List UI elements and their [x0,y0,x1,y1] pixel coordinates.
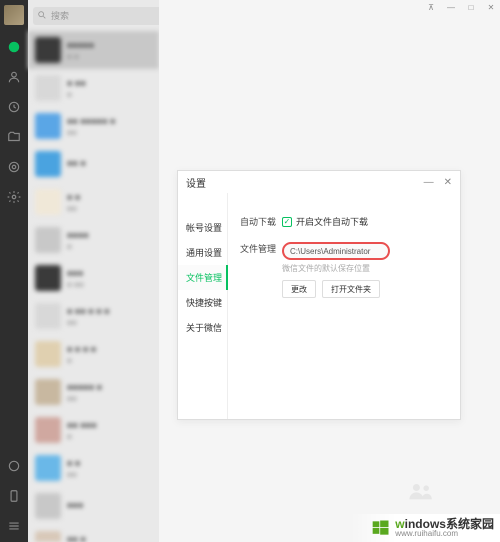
windows-logo-icon [371,518,391,538]
window-controls: ⊼ — □ ✕ [426,3,496,12]
chat-name: ●●●●● ● [67,382,152,392]
chat-name: ● ● [67,192,152,202]
nav-shortcuts[interactable]: 快捷按键 [178,290,227,315]
chat-name: ● ●● [67,78,152,88]
phone-icon[interactable] [6,488,22,504]
open-folder-button[interactable]: 打开文件夹 [322,280,380,298]
close-icon[interactable]: ✕ [486,3,496,12]
chat-preview: ● [67,356,152,365]
chat-item[interactable]: ●● ●●●●● ● ●● [28,107,159,145]
watermark-brand: windows系统家园 www.ruihaifu.com [351,514,500,542]
chat-avatar [35,37,61,63]
chat-avatar [35,151,61,177]
nav-strip [0,0,28,542]
auto-download-label: 自动下载 [240,215,282,228]
files-icon[interactable] [6,129,22,145]
chat-preview: ●● [67,394,152,403]
chat-avatar [35,189,61,215]
settings-dialog: 设置 — ✕ 帐号设置 通用设置 文件管理 快捷按键 关于微信 自动下载 ✓ 开… [177,170,461,420]
chat-preview: ● [67,90,152,99]
pin-icon[interactable]: ⊼ [426,3,436,12]
chat-name: ●● ● [67,534,152,542]
dialog-header: 设置 — ✕ [178,171,460,193]
chat-name: ●●●● [67,230,152,240]
dialog-close-icon[interactable]: ✕ [444,177,452,188]
chat-name: ●●● [67,500,152,510]
chat-preview: ●● [67,204,152,213]
chat-avatar [35,455,61,481]
search-row: ＋ [28,0,159,31]
dialog-nav: 帐号设置 通用设置 文件管理 快捷按键 关于微信 [178,193,228,419]
chat-item[interactable]: ● ● ● ● ● [28,335,159,373]
avatar[interactable] [4,5,24,25]
contacts-icon[interactable] [6,69,22,85]
minimize-icon[interactable]: — [446,3,456,12]
chat-preview: ● [67,432,152,441]
chat-preview: ●● [67,318,152,327]
chat-name: ● ● [67,458,152,468]
chat-avatar [35,75,61,101]
chat-item[interactable]: ●●●●● ● ● [28,31,159,69]
menu-icon[interactable] [6,518,22,534]
chat-column: ＋ ●●●●●● ●● ●●●●● ●●●●● ●●●●● ●● ●●●●●●●… [28,0,159,542]
auto-download-text: 开启文件自动下载 [296,215,368,228]
chat-item[interactable]: ● ● ●● [28,449,159,487]
chat-name: ●●● [67,268,152,278]
nav-files[interactable]: 文件管理 [178,265,228,290]
chat-list[interactable]: ●●●●●● ●● ●●●●● ●●●●● ●●●●● ●● ●●●●●●●●●… [28,31,159,542]
chat-preview: ● [67,242,152,251]
mini-program-icon[interactable] [6,458,22,474]
nav-general[interactable]: 通用设置 [178,240,227,265]
chat-avatar [35,303,61,329]
file-path-hint: 微信文件的默认保存位置 [282,263,448,274]
chat-avatar [35,265,61,291]
chat-name: ● ●● ● ● ● [67,306,152,316]
dialog-content: 自动下载 ✓ 开启文件自动下载 文件管理 C:\Users\Administra… [228,193,460,419]
chat-item[interactable]: ● ● ●● [28,183,159,221]
chat-name: ●● ● [67,158,152,168]
dialog-minimize-icon[interactable]: — [424,177,434,188]
maximize-icon[interactable]: □ [466,3,476,12]
file-path-input[interactable]: C:\Users\Administrator [282,242,390,260]
chat-preview: ●● [67,128,152,137]
chat-name: ●● ●●●●● ● [67,116,152,126]
file-manage-label: 文件管理 [240,242,282,255]
moments-icon[interactable] [6,159,22,175]
chat-avatar [35,227,61,253]
chat-item[interactable]: ●● ●●● ● [28,411,159,449]
change-path-button[interactable]: 更改 [282,280,316,298]
chat-item[interactable]: ●●●●● ● ●● [28,373,159,411]
settings-icon[interactable] [6,189,22,205]
chat-name: ●● ●●● [67,420,152,430]
auto-download-checkbox[interactable]: ✓ 开启文件自动下载 [282,215,368,228]
chat-item[interactable]: ●●● ● ●● [28,259,159,297]
chat-preview: ●● [67,470,152,479]
chat-item[interactable]: ●● ●●● [28,525,159,542]
watermark-people-icon [408,481,436,506]
favorites-icon[interactable] [6,99,22,115]
chat-avatar [35,341,61,367]
chat-name: ● ● ● ● [67,344,152,354]
chat-item[interactable]: ● ●● ● ● ● ●● [28,297,159,335]
chat-preview: ● ●● [67,280,152,289]
watermark-url: www.ruihaifu.com [395,530,494,538]
nav-about[interactable]: 关于微信 [178,315,227,340]
dialog-title: 设置 [186,175,414,190]
chat-name: ●●●●● [67,40,152,50]
chat-item[interactable]: ●●● [28,487,159,525]
chat-avatar [35,113,61,139]
search-input[interactable] [33,7,172,25]
check-icon: ✓ [282,217,292,227]
chat-icon[interactable] [6,39,22,55]
search-icon [37,10,47,20]
chat-avatar [35,493,61,519]
nav-account[interactable]: 帐号设置 [178,215,227,240]
chat-avatar [35,379,61,405]
chat-avatar [35,531,61,542]
chat-preview: ● ● [67,52,152,61]
chat-item[interactable]: ●● ● [28,145,159,183]
chat-item[interactable]: ● ●● ● [28,69,159,107]
chat-avatar [35,417,61,443]
chat-item[interactable]: ●●●●● [28,221,159,259]
